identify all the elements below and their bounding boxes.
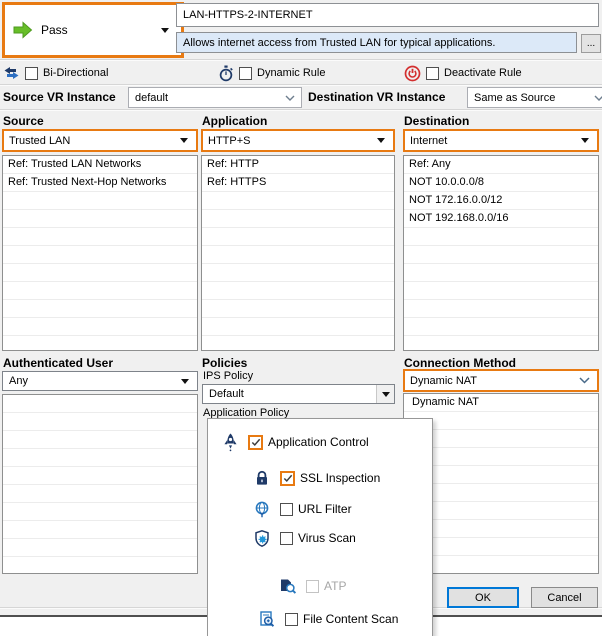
destination-vr-combo[interactable]: Same as Source	[467, 87, 602, 108]
ips-policy-combo[interactable]: Default	[202, 384, 395, 404]
chevron-down-icon	[285, 95, 295, 101]
connection-method-combo[interactable]: Dynamic NAT	[403, 369, 599, 392]
flag-dynamic-rule: Dynamic Rule	[218, 63, 325, 83]
destination-header: Destination	[404, 114, 470, 128]
application-list: Ref: HTTP Ref: HTTPS	[201, 155, 395, 351]
menu-item-file-content-scan[interactable]: File Content Scan	[208, 609, 481, 629]
dynamic-rule-checkbox[interactable]	[239, 66, 252, 80]
source-vr-value: default	[135, 91, 169, 104]
dropdown-caret-icon	[581, 138, 589, 143]
globe-filter-icon	[252, 501, 272, 518]
destination-list: Ref: Any NOT 10.0.0.0/8 NOT 172.16.0.0/1…	[403, 155, 599, 351]
pass-arrow-icon	[13, 21, 33, 39]
rule-description-field[interactable]: Allows internet access from Trusted LAN …	[176, 32, 577, 53]
menu-item-ssl-inspection[interactable]: SSL Inspection	[208, 468, 476, 488]
ips-policy-label: IPS Policy	[203, 370, 254, 382]
application-combo[interactable]: HTTP+S	[201, 129, 395, 152]
rule-edit-dialog: Pass Allows internet access from Trusted…	[0, 0, 602, 636]
flag-bidirectional: Bi-Directional	[3, 63, 108, 83]
lock-icon	[252, 470, 272, 486]
source-combo[interactable]: Trusted LAN	[2, 129, 198, 152]
description-more-button[interactable]: ...	[581, 34, 601, 53]
divider	[0, 59, 602, 61]
check-icon	[251, 438, 260, 446]
menu-item-virus-scan[interactable]: Virus Scan	[208, 528, 476, 548]
authenticated-user-header: Authenticated User	[3, 356, 114, 370]
url-filter-label: URL Filter	[298, 502, 352, 516]
deactivate-rule-checkbox[interactable]	[426, 66, 439, 80]
file-content-scan-label: File Content Scan	[303, 612, 399, 626]
url-filter-checkbox[interactable]	[280, 502, 293, 516]
list-item[interactable]: Ref: HTTPS	[202, 174, 394, 192]
source-vr-combo[interactable]: default	[128, 87, 302, 108]
menu-item-atp: ATP	[208, 576, 502, 596]
dropdown-caret-icon	[381, 391, 390, 397]
dynamic-rule-label: Dynamic Rule	[257, 67, 326, 79]
power-icon	[404, 65, 421, 81]
destination-value: Internet	[410, 134, 448, 147]
source-value: Trusted LAN	[9, 134, 71, 147]
authenticated-user-list	[2, 394, 198, 574]
stopwatch-icon	[219, 65, 233, 81]
application-header: Application	[202, 114, 268, 128]
dropdown-caret-icon	[180, 138, 188, 143]
virus-scan-checkbox[interactable]	[280, 531, 293, 545]
atp-label: ATP	[324, 579, 347, 593]
list-item[interactable]: Ref: HTTP	[202, 156, 394, 174]
list-item[interactable]: NOT 192.168.0.0/16	[404, 210, 598, 228]
dropdown-caret-icon	[161, 27, 169, 33]
rule-name-input[interactable]	[176, 3, 599, 27]
ssl-inspection-checkbox[interactable]	[280, 470, 295, 486]
destination-vr-value: Same as Source	[474, 91, 556, 104]
list-item[interactable]: NOT 172.16.0.0/12	[404, 192, 598, 210]
connection-method-header: Connection Method	[404, 356, 516, 370]
chevron-down-icon	[579, 377, 590, 384]
rule-action-value: Pass	[41, 23, 68, 37]
source-list: Ref: Trusted LAN Networks Ref: Trusted N…	[2, 155, 198, 351]
chevron-down-icon	[594, 95, 602, 101]
file-magnifier-icon	[278, 578, 298, 594]
bidirectional-icon	[4, 67, 19, 79]
ssl-inspection-label: SSL Inspection	[300, 471, 381, 485]
policies-header: Policies	[202, 356, 248, 370]
application-control-checkbox[interactable]	[248, 434, 263, 450]
menu-item-application-control[interactable]: Application Control	[208, 432, 444, 452]
file-content-scan-checkbox[interactable]	[285, 612, 298, 626]
deactivate-rule-label: Deactivate Rule	[444, 67, 522, 79]
rule-action-combo[interactable]: Pass	[2, 2, 184, 58]
rocket-icon	[220, 433, 240, 452]
dropdown-caret-icon	[377, 138, 385, 143]
divider	[0, 84, 602, 86]
authenticated-user-value: Any	[9, 375, 28, 387]
dropdown-caret-icon	[181, 378, 189, 384]
flag-deactivate-rule: Deactivate Rule	[404, 63, 522, 83]
menu-item-url-filter[interactable]: URL Filter	[208, 499, 476, 519]
combo-button[interactable]	[376, 385, 394, 403]
ips-policy-value: Default	[209, 388, 244, 400]
virus-scan-label: Virus Scan	[298, 531, 356, 545]
list-item[interactable]: Ref: Trusted Next-Hop Networks	[3, 174, 197, 192]
source-vr-label: Source VR Instance	[3, 90, 116, 104]
application-policy-menu: Application Control SSL Inspection URL F…	[207, 418, 433, 636]
source-header: Source	[3, 114, 44, 128]
destination-vr-label: Destination VR Instance	[308, 90, 446, 104]
list-item[interactable]: NOT 10.0.0.0/8	[404, 174, 598, 192]
application-control-label: Application Control	[268, 435, 369, 449]
doc-search-icon	[257, 610, 277, 628]
destination-combo[interactable]: Internet	[403, 129, 599, 152]
bidirectional-label: Bi-Directional	[43, 67, 109, 79]
divider	[0, 109, 602, 111]
shield-virus-icon	[252, 529, 272, 547]
cancel-button[interactable]: Cancel	[531, 587, 598, 608]
atp-checkbox	[306, 579, 319, 593]
authenticated-user-combo[interactable]: Any	[2, 371, 198, 391]
application-value: HTTP+S	[208, 134, 251, 147]
connection-method-value: Dynamic NAT	[410, 374, 478, 387]
list-item[interactable]: Ref: Any	[404, 156, 598, 174]
list-item[interactable]: Ref: Trusted LAN Networks	[3, 156, 197, 174]
check-icon	[283, 474, 292, 482]
list-item[interactable]: Dynamic NAT	[404, 394, 598, 412]
bidirectional-checkbox[interactable]	[25, 66, 38, 80]
